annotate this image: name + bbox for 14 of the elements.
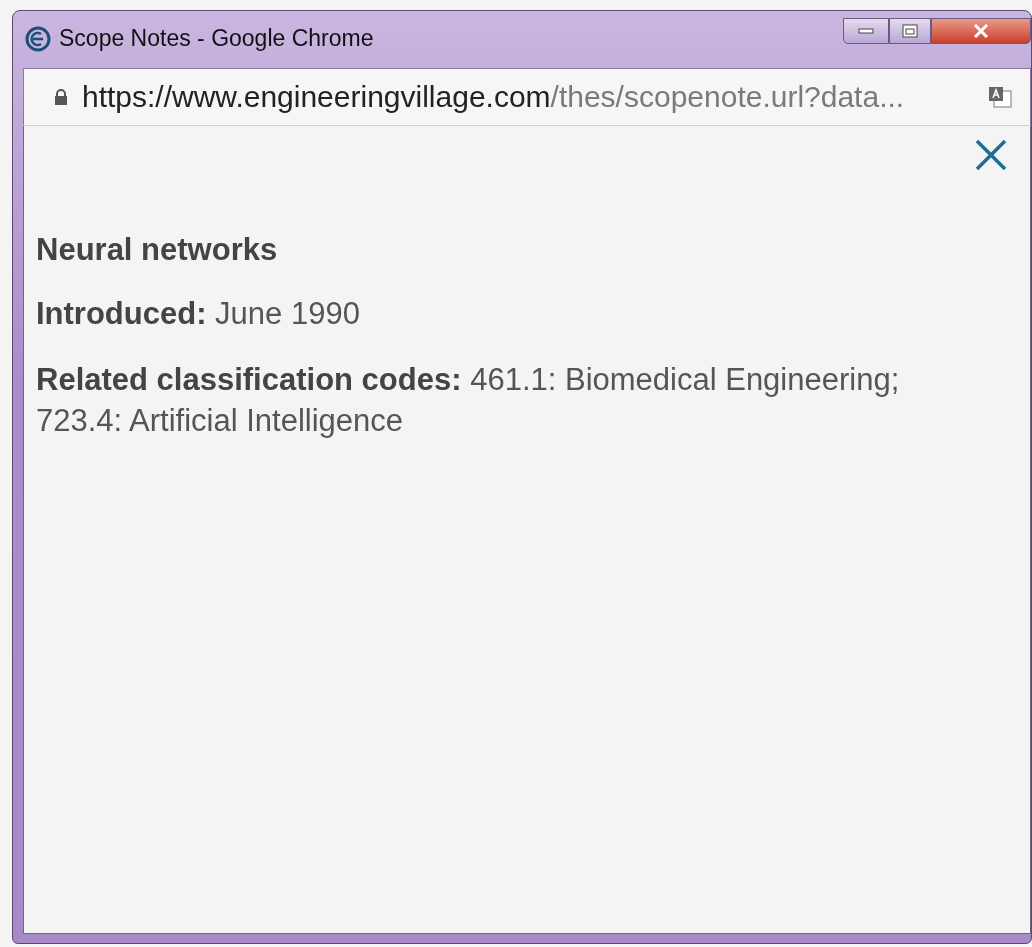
term-heading: Neural networks [36,232,279,268]
site-logo-icon [25,25,51,52]
translate-icon[interactable] [988,86,1012,108]
maximize-icon [902,24,918,38]
lock-icon [54,89,68,105]
minimize-icon [858,28,874,34]
scope-note-entry: Introduced: June 1990 [36,295,361,333]
maximize-button[interactable] [889,18,931,44]
url-text[interactable]: https://www.engineeringvillage.com/thes/scopenote.url?data... [82,80,974,114]
close-icon [973,24,989,38]
minimize-button[interactable] [843,18,889,44]
window-title: Scope Notes - Google Chrome [59,25,374,52]
close-window-button[interactable] [931,18,1031,44]
scope-note-entry: Related classification codes: 461.1: Biomedical Engineering; 723.4: Artificial Intelligence [36,361,901,440]
